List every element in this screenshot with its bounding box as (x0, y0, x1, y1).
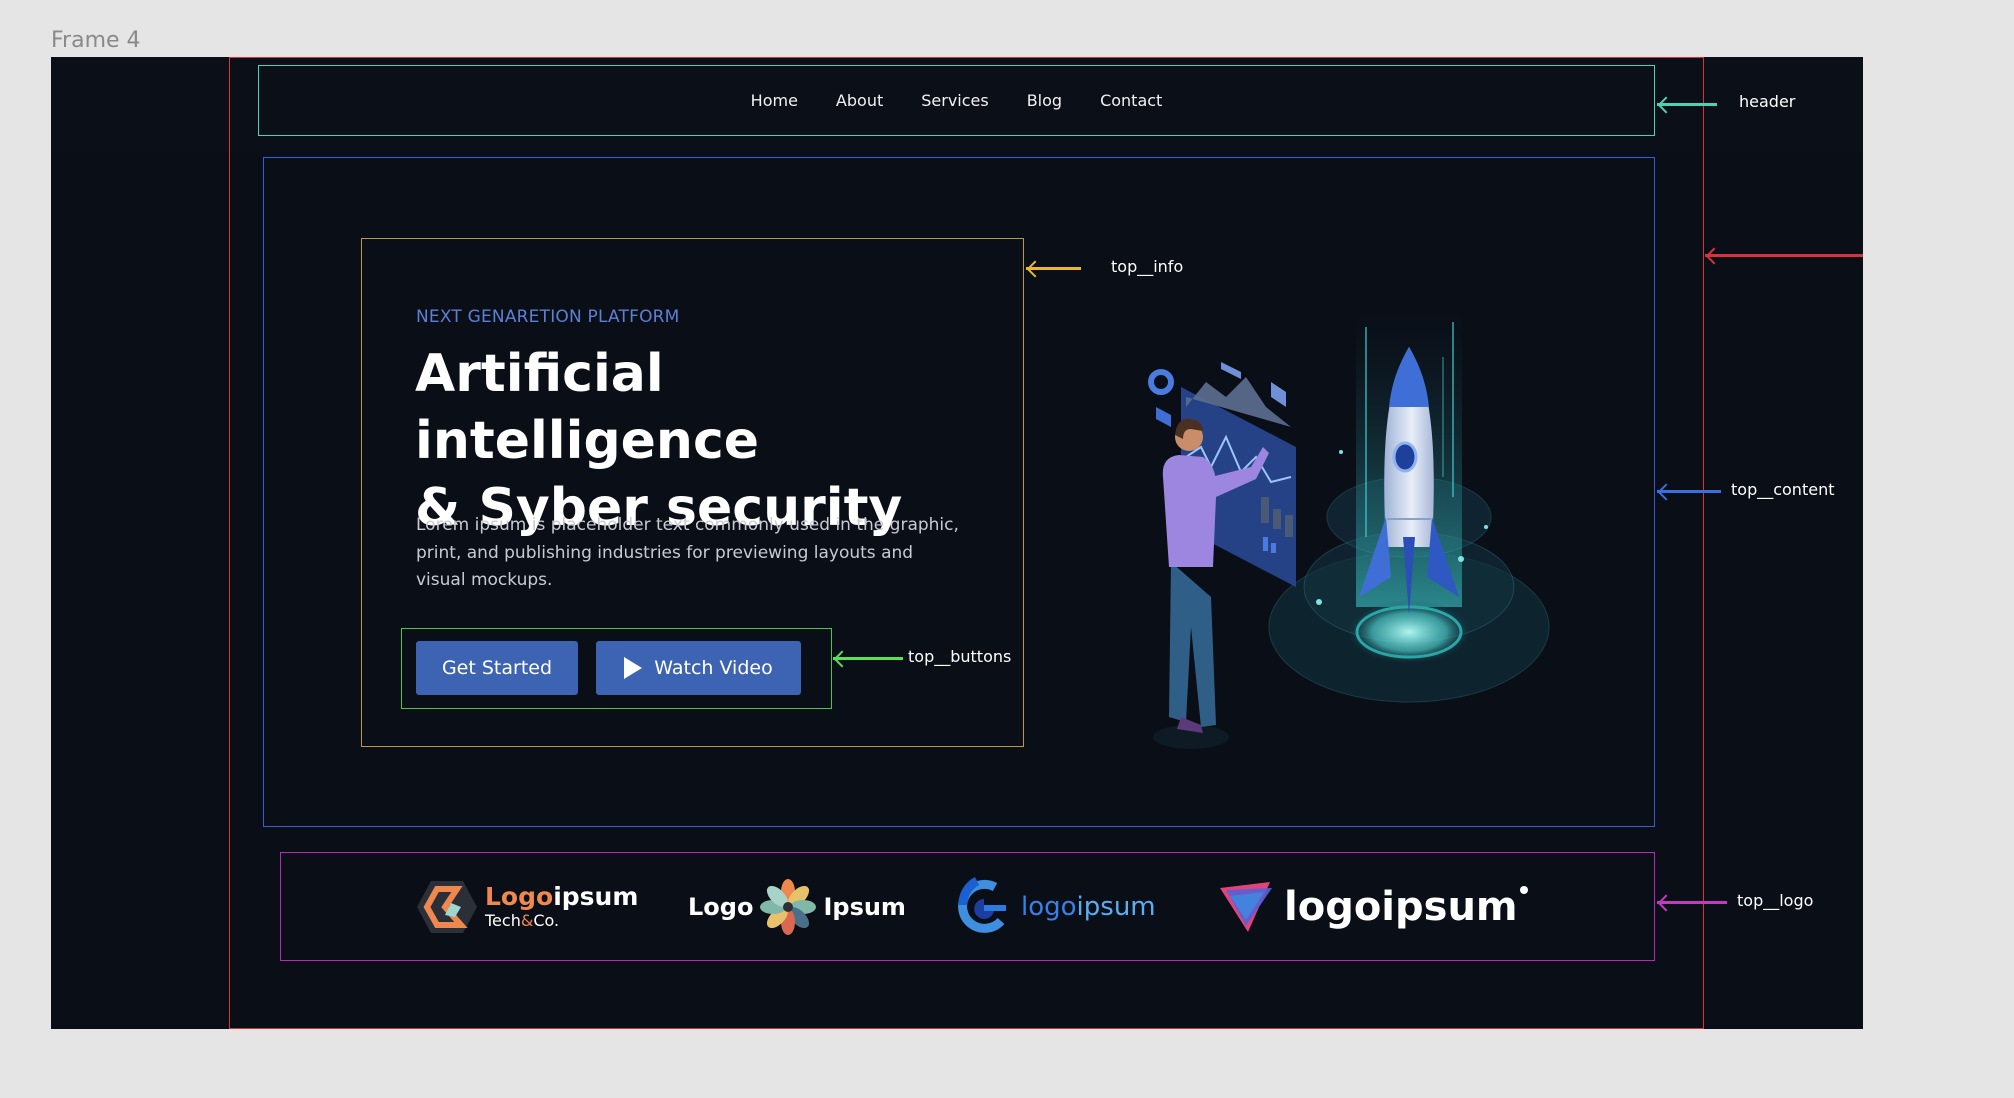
logo-triangle[interactable]: logoipsum (1216, 852, 1528, 961)
top-info-arrow-head-icon (1026, 260, 1044, 278)
hexagon-logo-icon (417, 880, 477, 933)
header-annotation: header (1739, 92, 1796, 111)
top-content-arrow-head-icon (1657, 483, 1675, 501)
logo-blue-c[interactable]: logoipsum (955, 852, 1156, 961)
page-frame: Home About Services Blog Contact NEXT GE… (51, 57, 1863, 1029)
logo1-sub-amp: & (520, 910, 534, 930)
nav-blog[interactable]: Blog (1027, 91, 1062, 110)
logo4-dot-icon (1519, 886, 1528, 894)
top-info-annotation: top__info (1111, 257, 1184, 276)
rocket-illustration (1148, 307, 1550, 749)
watch-video-button[interactable]: Watch Video (596, 641, 801, 695)
logo1-part1: Logo (485, 881, 554, 911)
nav-home[interactable]: Home (751, 91, 798, 110)
triangle-logo-icon (1220, 881, 1272, 932)
logo2-right: Ipsum (823, 892, 906, 921)
main-nav: Home About Services Blog Contact (258, 65, 1655, 136)
logo1-sub-a: Tech (485, 910, 521, 930)
logo-flower[interactable]: Logo Ipsum (688, 852, 906, 961)
frame-label: Frame 4 (51, 28, 141, 53)
watch-video-label: Watch Video (654, 657, 773, 679)
logo-strip: Logoipsum Tech&Co. Logo Ipsum logoipsum … (280, 852, 1655, 961)
top-buttons-arrow-head-icon (833, 650, 851, 668)
get-started-label: Get Started (441, 657, 553, 679)
top-content-annotation: top__content (1731, 480, 1835, 499)
play-icon (624, 657, 643, 679)
logo3-part1: logo (1021, 891, 1077, 922)
logo3-part2: ipsum (1076, 891, 1156, 922)
nav-services[interactable]: Services (921, 91, 988, 110)
get-started-button[interactable]: Get Started (416, 641, 578, 695)
top-arrow (1705, 254, 1863, 257)
logo-tech-co[interactable]: Logoipsum Tech&Co. (415, 852, 638, 961)
hero-headline-line1: Artificial intelligence (415, 344, 760, 471)
logo2-left: Logo (688, 892, 754, 921)
hero-description: Lorem ipsum is placeholder text commonly… (416, 515, 959, 590)
logo1-sub-b: Co. (533, 910, 560, 930)
logo4-text: logoipsum (1284, 883, 1518, 930)
nav-about[interactable]: About (836, 91, 883, 110)
top-buttons-annotation: top__buttons (908, 647, 1012, 666)
top-logo-annotation: top__logo (1737, 891, 1814, 910)
top-logo-arrow-head-icon (1657, 894, 1675, 912)
flower-logo-icon (760, 878, 817, 935)
hero-eyebrow: NEXT GENARETION PLATFORM (416, 307, 680, 327)
logo1-part2: ipsum (553, 881, 639, 911)
c-logo-icon (958, 876, 1006, 933)
top-arrow-head-icon (1705, 247, 1723, 265)
nav-contact[interactable]: Contact (1100, 91, 1162, 110)
